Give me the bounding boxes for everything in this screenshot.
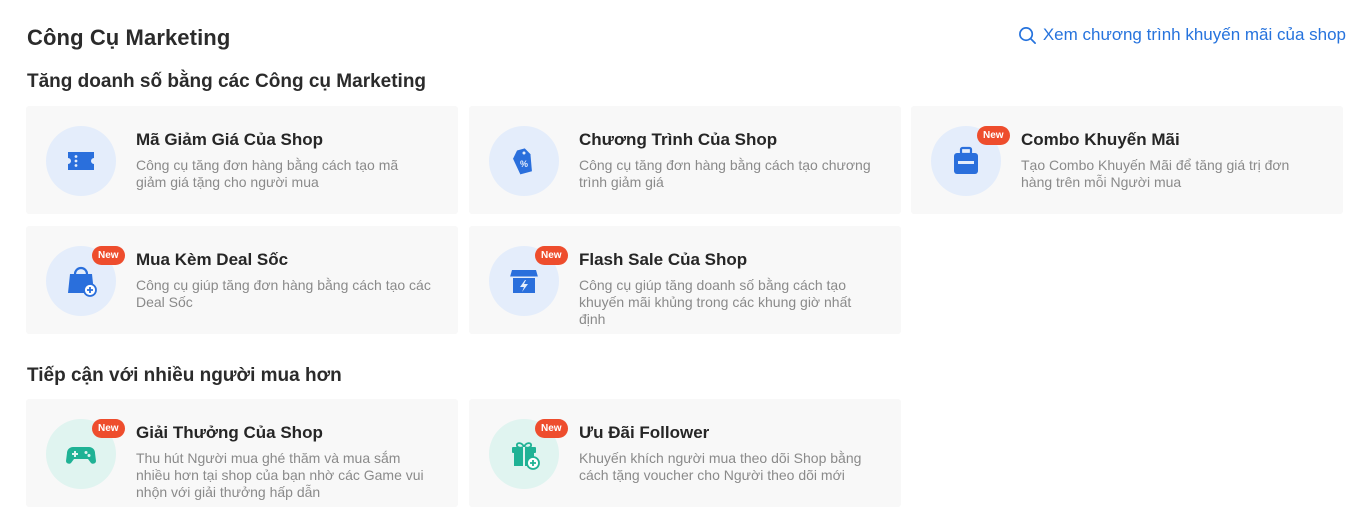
search-icon [1018, 26, 1036, 44]
new-badge: New [535, 246, 568, 265]
section-title-reach-buyers: Tiếp cận với nhiều người mua hơn [27, 365, 342, 386]
card-title: Combo Khuyến Mãi [1021, 130, 1180, 149]
card-description: Thu hút Người mua ghé thăm và mua sắm nh… [136, 450, 424, 500]
new-badge: New [535, 419, 568, 438]
new-badge: New [92, 246, 125, 265]
card-description: Tạo Combo Khuyến Mãi để tăng giá trị đơn… [1021, 157, 1290, 190]
combo-bag-icon [954, 146, 978, 174]
add-on-bag-icon [68, 266, 97, 297]
section-title-marketing-tools: Tăng doanh số bằng các Công cụ Marketing [27, 71, 427, 92]
voucher-ticket-icon [68, 152, 94, 170]
new-badge: New [92, 419, 125, 438]
card-description: Công cụ giúp tăng đơn hàng bằng cách tạo… [136, 277, 431, 310]
discount-tag-icon: % [513, 148, 532, 175]
card-add-on-deal[interactable]: New Mua Kèm Deal Sốc Công cụ giúp tăng đ… [26, 226, 458, 334]
card-description: Công cụ giúp tăng doanh số bằng cách tạo… [579, 277, 852, 327]
card-title: Ưu Đãi Follower [579, 423, 710, 442]
card-shop-program[interactable]: % Chương Trình Của Shop Công cụ tăng đơn… [469, 106, 901, 214]
card-title: Giải Thưởng Của Shop [136, 423, 323, 442]
new-badge: New [977, 126, 1010, 145]
card-combo-promotion[interactable]: New Combo Khuyến Mãi Tạo Combo Khuyến Mã… [911, 106, 1343, 214]
view-shop-promotions-link[interactable]: Xem chương trình khuyến mãi của shop [1018, 25, 1346, 45]
game-controller-icon [66, 447, 96, 464]
card-follower-offer[interactable]: New Ưu Đãi Follower Khuyến khích người m… [469, 399, 901, 507]
card-shop-voucher[interactable]: Mã Giảm Giá Của Shop Công cụ tăng đơn hà… [26, 106, 458, 214]
card-title: Mua Kèm Deal Sốc [136, 250, 289, 269]
card-title: Chương Trình Của Shop [579, 130, 778, 149]
card-description: Khuyến khích người mua theo dõi Shop bằn… [579, 450, 862, 483]
card-flash-sale[interactable]: New Flash Sale Của Shop Công cụ giúp tăn… [469, 226, 901, 334]
svg-text:%: % [520, 159, 528, 169]
card-title: Flash Sale Của Shop [579, 250, 748, 269]
page-title: Công Cụ Marketing [27, 25, 231, 50]
card-title: Mã Giảm Giá Của Shop [136, 130, 324, 149]
card-description: Công cụ tăng đơn hàng bằng cách tạo chươ… [579, 157, 871, 190]
flash-sale-shop-icon [510, 270, 538, 293]
gift-box-icon [512, 442, 540, 470]
card-shop-game-prize[interactable]: New Giải Thưởng Của Shop Thu hút Người m… [26, 399, 458, 507]
promo-link-label: Xem chương trình khuyến mãi của shop [1042, 25, 1346, 44]
card-description: Công cụ tăng đơn hàng bằng cách tạo mã g… [136, 157, 399, 190]
